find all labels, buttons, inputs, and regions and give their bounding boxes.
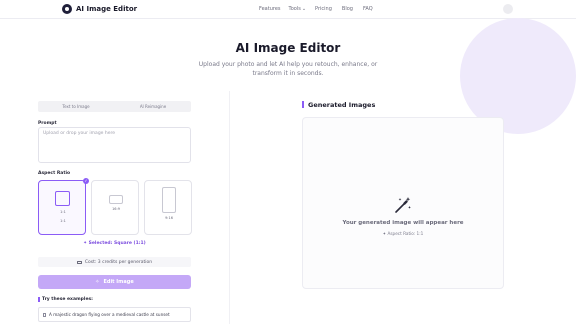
aspect-ratio-value: 16:9	[112, 207, 120, 211]
examples-title: Try these examples:	[42, 297, 93, 302]
example-prompt-text: A majestic dragon flying over a medieval…	[49, 312, 170, 317]
aspect-ratio-caption: 1:1	[60, 219, 66, 223]
generated-placeholder-text: Your generated image will appear here	[342, 220, 464, 226]
square-shape-icon	[55, 191, 70, 206]
nav-faq[interactable]: FAQ	[363, 6, 373, 12]
brand-logo[interactable]: AI Image Editor	[62, 4, 137, 14]
aspect-ratio-value: 1:1	[60, 210, 66, 214]
nav-features[interactable]: Features	[259, 6, 281, 12]
cost-text: Cost: 3 credits per generation	[84, 259, 153, 265]
aspect-ratio-label: Aspect Ratio	[38, 171, 71, 176]
page-title: AI Image Editor	[235, 41, 341, 55]
panel-divider	[229, 91, 230, 324]
prompt-input[interactable]: Upload or drop your image here	[38, 127, 191, 163]
chevron-down-icon: ⌄	[301, 6, 307, 12]
magic-wand-icon: ✧	[95, 279, 100, 285]
prompt-label: Prompt	[38, 121, 57, 126]
aspect-ratio-hint: ✦ Aspect Ratio: 1:1	[382, 231, 424, 236]
cost-info: Cost: 3 credits per generation	[38, 257, 191, 267]
avatar[interactable]	[503, 4, 513, 14]
aspect-ratio-value: 9:16	[165, 216, 173, 220]
examples-accent-bar	[38, 297, 40, 302]
magic-wand-icon	[395, 197, 411, 213]
mode-tabs: Text to Image AI Reimagine	[38, 101, 191, 112]
aspect-ratio-option-square[interactable]: ✓ 1:1 1:1	[38, 178, 89, 235]
landscape-shape-icon	[109, 195, 123, 204]
tab-text-to-image[interactable]: Text to Image	[38, 101, 114, 112]
logo-icon	[62, 4, 72, 14]
prompt-placeholder: Upload or drop your image here	[43, 131, 116, 136]
aspect-ratio-option-portrait[interactable]: 9:16	[144, 180, 192, 235]
check-icon: ✓	[83, 178, 89, 184]
generated-accent-bar	[302, 101, 304, 108]
tab-ai-reimagine[interactable]: AI Reimagine	[115, 101, 191, 112]
nav-tools-label: Tools	[288, 6, 301, 12]
top-header: AI Image Editor Features Tools⌄ Pricing …	[0, 0, 576, 19]
portrait-shape-icon	[162, 187, 176, 213]
edit-image-button[interactable]: ✧ Edit Image	[38, 275, 191, 289]
document-icon	[43, 313, 46, 317]
main-nav: Features Tools⌄ Pricing Blog FAQ	[259, 6, 373, 12]
selected-ratio-text: ✦ Selected: Square (1:1)	[83, 241, 146, 246]
aspect-ratio-option-landscape[interactable]: 16:9	[91, 180, 139, 235]
generated-images-title: Generated Images	[308, 101, 376, 109]
page-subtitle: Upload your photo and let AI help you re…	[198, 61, 378, 77]
credit-card-icon	[76, 260, 82, 264]
example-prompt-item[interactable]: A majestic dragon flying over a medieval…	[38, 307, 191, 322]
brand-name: AI Image Editor	[76, 5, 138, 13]
nav-pricing[interactable]: Pricing	[315, 6, 332, 12]
nav-tools[interactable]: Tools⌄	[289, 6, 307, 12]
edit-image-label: Edit Image	[103, 279, 134, 285]
nav-blog[interactable]: Blog	[342, 6, 353, 12]
